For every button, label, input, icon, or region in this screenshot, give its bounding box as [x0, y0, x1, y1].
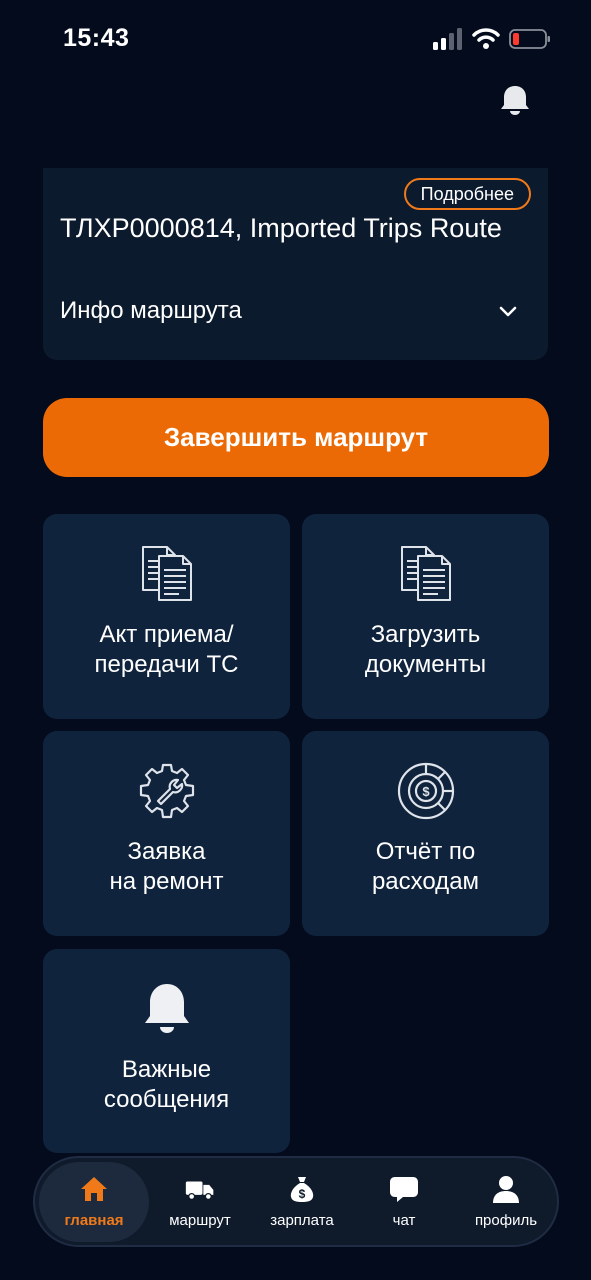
nav-item-chat[interactable]: чат: [353, 1162, 455, 1242]
svg-text:$: $: [299, 1187, 306, 1201]
tile-label: Отчёт по расходам: [371, 838, 480, 895]
nav-item-route[interactable]: маршрут: [149, 1162, 251, 1242]
tile-label: Важные сообщения: [103, 1056, 230, 1113]
nav-label: главная: [64, 1212, 124, 1229]
money-bag-icon: $: [290, 1177, 314, 1202]
expense-chart-icon: $: [397, 762, 454, 820]
tile-upload-documents[interactable]: Загрузить документы: [302, 514, 549, 719]
nav-item-home[interactable]: главная: [39, 1161, 149, 1242]
tile-expense-report[interactable]: $ Отчёт по расходам: [302, 731, 549, 936]
user-icon: [493, 1176, 519, 1203]
nav-label: чат: [392, 1212, 416, 1229]
route-info-label: Инфо маршрута: [60, 297, 242, 324]
wifi-icon: [472, 28, 500, 49]
route-card: Подробнее ТЛХР0000814, Imported Trips Ro…: [43, 168, 548, 360]
status-time: 15:43: [63, 24, 130, 52]
nav-label: маршрут: [169, 1212, 231, 1229]
documents-icon: [400, 546, 451, 601]
gear-wrench-icon: [139, 763, 194, 819]
tile-important-messages[interactable]: Важные сообщения: [43, 949, 290, 1153]
bottom-navigation: главная маршрут $ зарплата чат профиль: [33, 1156, 559, 1247]
nav-label: зарплата: [270, 1212, 334, 1229]
notifications-bell-icon[interactable]: [498, 84, 532, 118]
battery-low-icon: [509, 29, 550, 49]
tile-label: Заявка на ремонт: [109, 838, 224, 895]
home-icon: [81, 1177, 107, 1201]
nav-label: профиль: [474, 1212, 538, 1229]
nav-item-salary[interactable]: $ зарплата: [251, 1162, 353, 1242]
signal-icon: [433, 28, 462, 50]
route-title: ТЛХР0000814, Imported Trips Route: [60, 213, 502, 243]
bell-icon: [144, 984, 189, 1033]
tile-label: Загрузить документы: [364, 621, 487, 678]
tile-repair-request[interactable]: Заявка на ремонт: [43, 731, 290, 936]
tile-transfer-act[interactable]: Акт приема/ передачи ТС: [43, 514, 290, 719]
nav-item-profile[interactable]: профиль: [455, 1162, 557, 1242]
details-button[interactable]: Подробнее: [403, 178, 531, 210]
route-info-toggle[interactable]: Инфо маршрута: [60, 294, 520, 328]
truck-icon: [185, 1181, 214, 1201]
documents-icon: [141, 546, 192, 601]
chat-icon: [390, 1177, 418, 1202]
svg-text:$: $: [422, 784, 430, 799]
tile-label: Акт приема/ передачи ТС: [94, 621, 239, 678]
chevron-down-icon: [499, 306, 517, 317]
finish-route-button[interactable]: Завершить маршрут: [43, 398, 549, 477]
